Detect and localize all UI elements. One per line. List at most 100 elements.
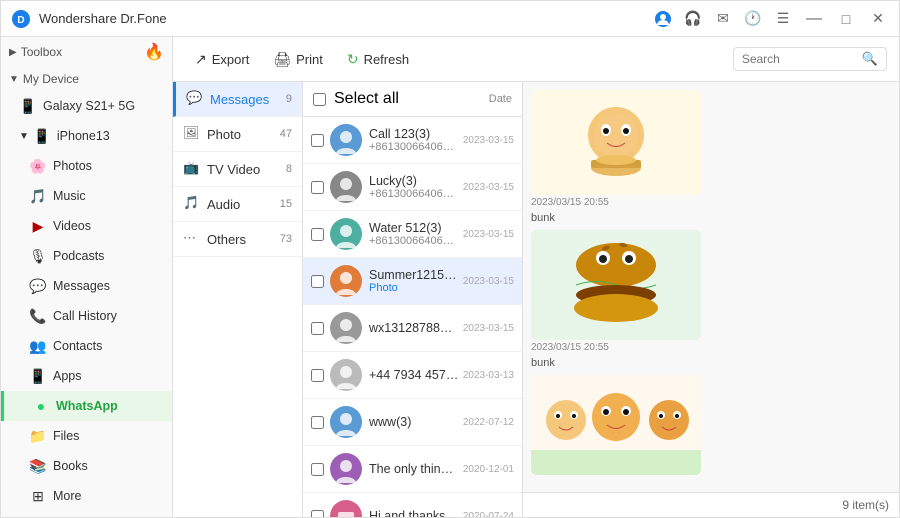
msg-name-7: The only thing that(3) <box>369 462 459 476</box>
svg-text:D: D <box>17 15 24 26</box>
minimize-button[interactable]: — <box>803 8 825 30</box>
message-row[interactable]: Lucky(3) +8613006640625 c... 2023-03-15 <box>303 164 522 211</box>
message-row[interactable]: Call 123(3) +8613006640625 c... 2023-03-… <box>303 117 522 164</box>
history-label: Call History <box>53 309 117 323</box>
message-row[interactable]: The only thing that(3) 2020-12-01 <box>303 446 522 493</box>
refresh-button[interactable]: ↻ Refresh <box>337 46 419 73</box>
msg-checkbox-3[interactable] <box>311 275 324 288</box>
music-icon: 🎵 <box>29 187 47 205</box>
mydevice-section[interactable]: ▼ My Device <box>1 67 172 91</box>
msg-info-5: +44 7934 457178(16) <box>369 368 459 382</box>
message-list: Select all Date Call 123(3) +86130066406… <box>303 82 523 517</box>
msg-name-0: Call 123(3) <box>369 127 459 141</box>
videos-label: Videos <box>53 219 91 233</box>
avatar-7 <box>330 453 362 485</box>
media-audio-icon: 🎵 <box>183 195 201 213</box>
sidebar-item-books[interactable]: 📚 Books <box>1 451 172 481</box>
msg-info-2: Water 512(3) +8613006640625 c... <box>369 221 459 247</box>
backup-label: My Backup <box>23 516 82 517</box>
books-label: Books <box>53 459 88 473</box>
msg-checkbox-5[interactable] <box>311 369 324 382</box>
media-video-label: TV Video <box>207 162 260 177</box>
avatar-2 <box>330 218 362 250</box>
export-button[interactable]: ↗ Export <box>185 46 259 73</box>
more-label: More <box>53 489 81 503</box>
media-others[interactable]: ⋯ Others 73 <box>173 222 302 257</box>
search-box[interactable]: 🔍 <box>733 47 887 71</box>
sidebar-item-messages[interactable]: 💬 Messages <box>1 271 172 301</box>
headset-icon[interactable]: 🎧 <box>683 9 703 29</box>
message-list-header: Select all Date <box>303 82 522 117</box>
menu-icon[interactable]: ☰ <box>773 9 793 29</box>
msg-date-4: 2023-03-15 <box>463 323 514 334</box>
print-icon: 🖨 <box>273 51 291 68</box>
msg-name-6: www(3) <box>369 415 459 429</box>
item-count: 9 item(s) <box>842 498 889 512</box>
avatar-8 <box>330 500 362 517</box>
photo-label-1: bunk <box>531 355 891 371</box>
msg-checkbox-1[interactable] <box>311 181 324 194</box>
sidebar: ▶ Toolbox 🔥 ▼ My Device 📱 Galaxy S21+ 5G… <box>1 37 173 517</box>
select-all-checkbox[interactable] <box>313 93 326 106</box>
avatar-5 <box>330 359 362 391</box>
message-row[interactable]: Water 512(3) +8613006640625 c... 2023-03… <box>303 211 522 258</box>
sidebar-item-apps[interactable]: 📱 Apps <box>1 361 172 391</box>
iphone-icon: 📱 <box>33 127 51 145</box>
user-icon[interactable] <box>653 9 673 29</box>
apps-label: Apps <box>53 369 82 383</box>
msg-checkbox-4[interactable] <box>311 322 324 335</box>
msg-info-1: Lucky(3) +8613006640625 c... <box>369 174 459 200</box>
msg-checkbox-0[interactable] <box>311 134 324 147</box>
media-audio-label: Audio <box>207 197 240 212</box>
sidebar-item-iphone13[interactable]: ▼ 📱 iPhone13 <box>1 121 172 151</box>
sidebar-item-photos[interactable]: 🌸 Photos <box>1 151 172 181</box>
message-row[interactable]: +44 7934 457178(16) 2023-03-13 <box>303 352 522 399</box>
message-row[interactable]: Hi and thanks(3) 2020-07-24 <box>303 493 522 517</box>
mydevice-label: My Device <box>23 72 79 86</box>
msg-info-0: Call 123(3) +8613006640625 c... <box>369 127 459 153</box>
media-audio[interactable]: 🎵 Audio 15 <box>173 187 302 222</box>
sidebar-item-music[interactable]: 🎵 Music <box>1 181 172 211</box>
mybackup-section[interactable]: ▼ My Backup <box>1 511 172 517</box>
msg-checkbox-6[interactable] <box>311 416 324 429</box>
print-button[interactable]: 🖨 Print <box>263 46 333 73</box>
msg-date-8: 2020-07-24 <box>463 511 514 518</box>
history-icon[interactable]: 🕐 <box>743 9 763 29</box>
media-messages[interactable]: 💬 Messages 9 <box>173 82 302 117</box>
msg-name-3: Summer1215(246) <box>369 268 459 282</box>
refresh-label: Refresh <box>364 52 410 67</box>
toolbox-section[interactable]: ▶ Toolbox 🔥 <box>1 37 172 67</box>
sidebar-item-whatsapp[interactable]: ● WhatsApp <box>1 391 172 421</box>
message-row[interactable]: www(3) 2022-07-12 <box>303 399 522 446</box>
media-video[interactable]: 📺 TV Video 8 <box>173 152 302 187</box>
mail-icon[interactable]: ✉ <box>713 9 733 29</box>
photos-label: Photos <box>53 159 92 173</box>
sidebar-item-history[interactable]: 📞 Call History <box>1 301 172 331</box>
sidebar-item-galaxy[interactable]: 📱 Galaxy S21+ 5G <box>1 91 172 121</box>
sidebar-item-contacts[interactable]: 👥 Contacts <box>1 331 172 361</box>
sidebar-item-videos[interactable]: ▶ Videos <box>1 211 172 241</box>
search-input[interactable] <box>742 52 862 66</box>
message-row[interactable]: wx13128788841(67) 2023-03-15 <box>303 305 522 352</box>
sidebar-item-podcasts[interactable]: 🎙 Podcasts <box>1 241 172 271</box>
message-row-active[interactable]: Summer1215(246) Photo 2023-03-15 <box>303 258 522 305</box>
close-button[interactable]: ✕ <box>867 8 889 30</box>
msg-info-4: wx13128788841(67) <box>369 321 459 335</box>
flame-icon: 🔥 <box>144 42 164 62</box>
msg-info-8: Hi and thanks(3) <box>369 509 459 517</box>
preview-footer: 9 item(s) <box>523 492 899 517</box>
print-label: Print <box>296 52 323 67</box>
msg-checkbox-2[interactable] <box>311 228 324 241</box>
sidebar-item-files[interactable]: 📁 Files <box>1 421 172 451</box>
media-messages-count: 9 <box>286 93 292 105</box>
media-messages-label: Messages <box>210 92 269 107</box>
msg-checkbox-8[interactable] <box>311 510 324 518</box>
maximize-button[interactable]: □ <box>835 8 857 30</box>
msg-sub-0: +8613006640625 c... <box>369 141 459 153</box>
main-layout: ▶ Toolbox 🔥 ▼ My Device 📱 Galaxy S21+ 5G… <box>1 37 899 517</box>
msg-checkbox-7[interactable] <box>311 463 324 476</box>
sidebar-item-more[interactable]: ⊞ More <box>1 481 172 511</box>
msg-date-3: 2023-03-15 <box>463 276 514 287</box>
books-icon: 📚 <box>29 457 47 475</box>
media-photo[interactable]: 🖼 Photo 47 <box>173 117 302 152</box>
